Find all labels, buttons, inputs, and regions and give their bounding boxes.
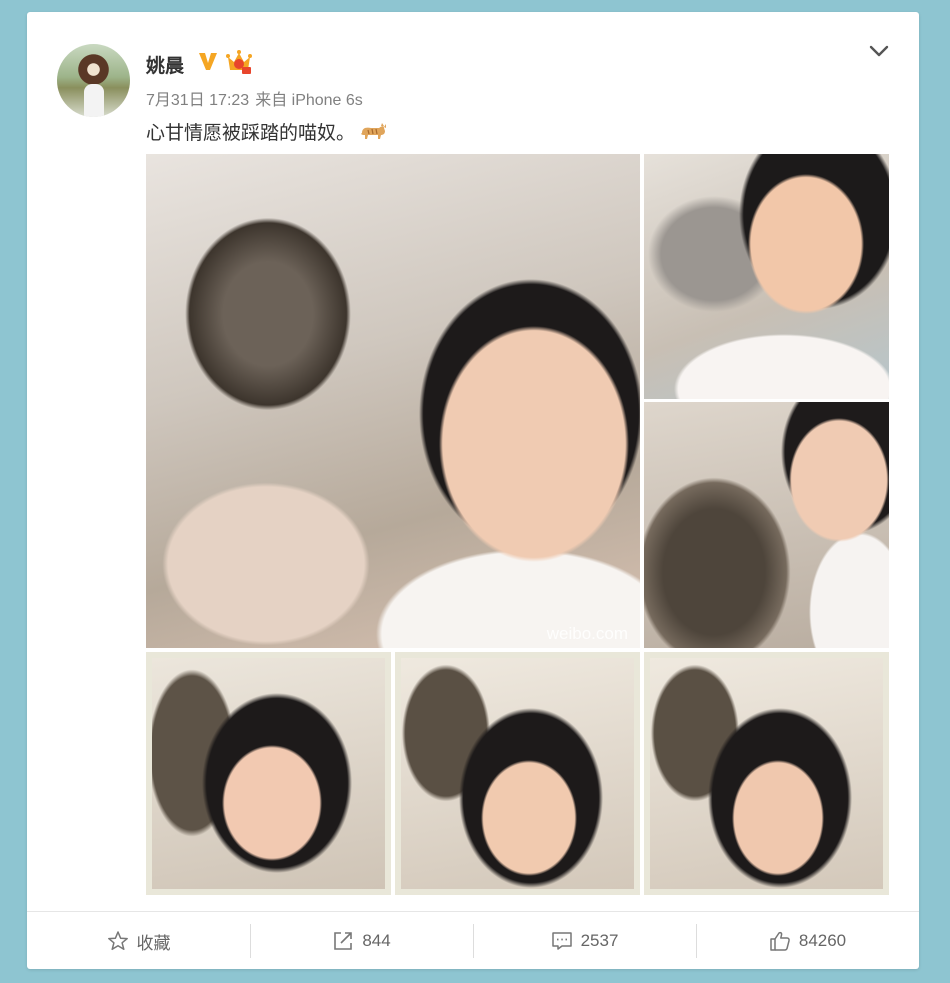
- photo-bottom-1[interactable]: [146, 652, 391, 895]
- repost-button[interactable]: 844: [250, 924, 473, 958]
- post-source: 来自 iPhone 6s: [255, 92, 363, 109]
- thumbs-up-icon: [770, 931, 790, 951]
- post-meta: 7月31日 17:23 来自 iPhone 6s: [146, 86, 363, 110]
- weibo-watermark: weibo.com: [546, 624, 628, 643]
- comment-icon: [551, 932, 572, 950]
- action-bar: 收藏 844 2537 84260: [27, 911, 919, 970]
- repost-icon: [334, 932, 353, 950]
- like-button[interactable]: 84260: [696, 924, 919, 958]
- favorite-label: 收藏: [136, 933, 171, 953]
- photo-top-right-1[interactable]: [644, 154, 889, 399]
- star-icon: [107, 931, 128, 951]
- user-avatar[interactable]: [57, 44, 130, 117]
- post-text-content: 心甘情愿被踩踏的喵奴。: [146, 123, 356, 144]
- photo-main[interactable]: weibo.com: [146, 154, 640, 648]
- username[interactable]: 姚晨: [146, 51, 184, 78]
- favorite-button[interactable]: 收藏: [27, 926, 250, 956]
- verified-v-icon[interactable]: [197, 50, 219, 72]
- photo-top-right-2[interactable]: [644, 402, 889, 648]
- cat-emoji-icon: [361, 123, 387, 139]
- vip-crown-icon[interactable]: [225, 49, 253, 75]
- weibo-post-card: 姚晨 7月31日 17:23 来自 iPhone 6s 心甘情愿被踩踏的喵奴。 w…: [27, 12, 919, 969]
- photo-bottom-3[interactable]: [644, 652, 889, 895]
- comment-count: 2537: [580, 931, 619, 950]
- post-text: 心甘情愿被踩踏的喵奴。: [146, 118, 387, 145]
- avatar-figure: [84, 84, 104, 117]
- comment-button[interactable]: 2537: [473, 924, 696, 958]
- like-count: 84260: [798, 931, 847, 950]
- repost-count: 844: [362, 931, 391, 950]
- photo-bottom-2[interactable]: [395, 652, 640, 895]
- post-time[interactable]: 7月31日 17:23: [146, 92, 249, 109]
- chevron-down-icon[interactable]: [868, 42, 890, 60]
